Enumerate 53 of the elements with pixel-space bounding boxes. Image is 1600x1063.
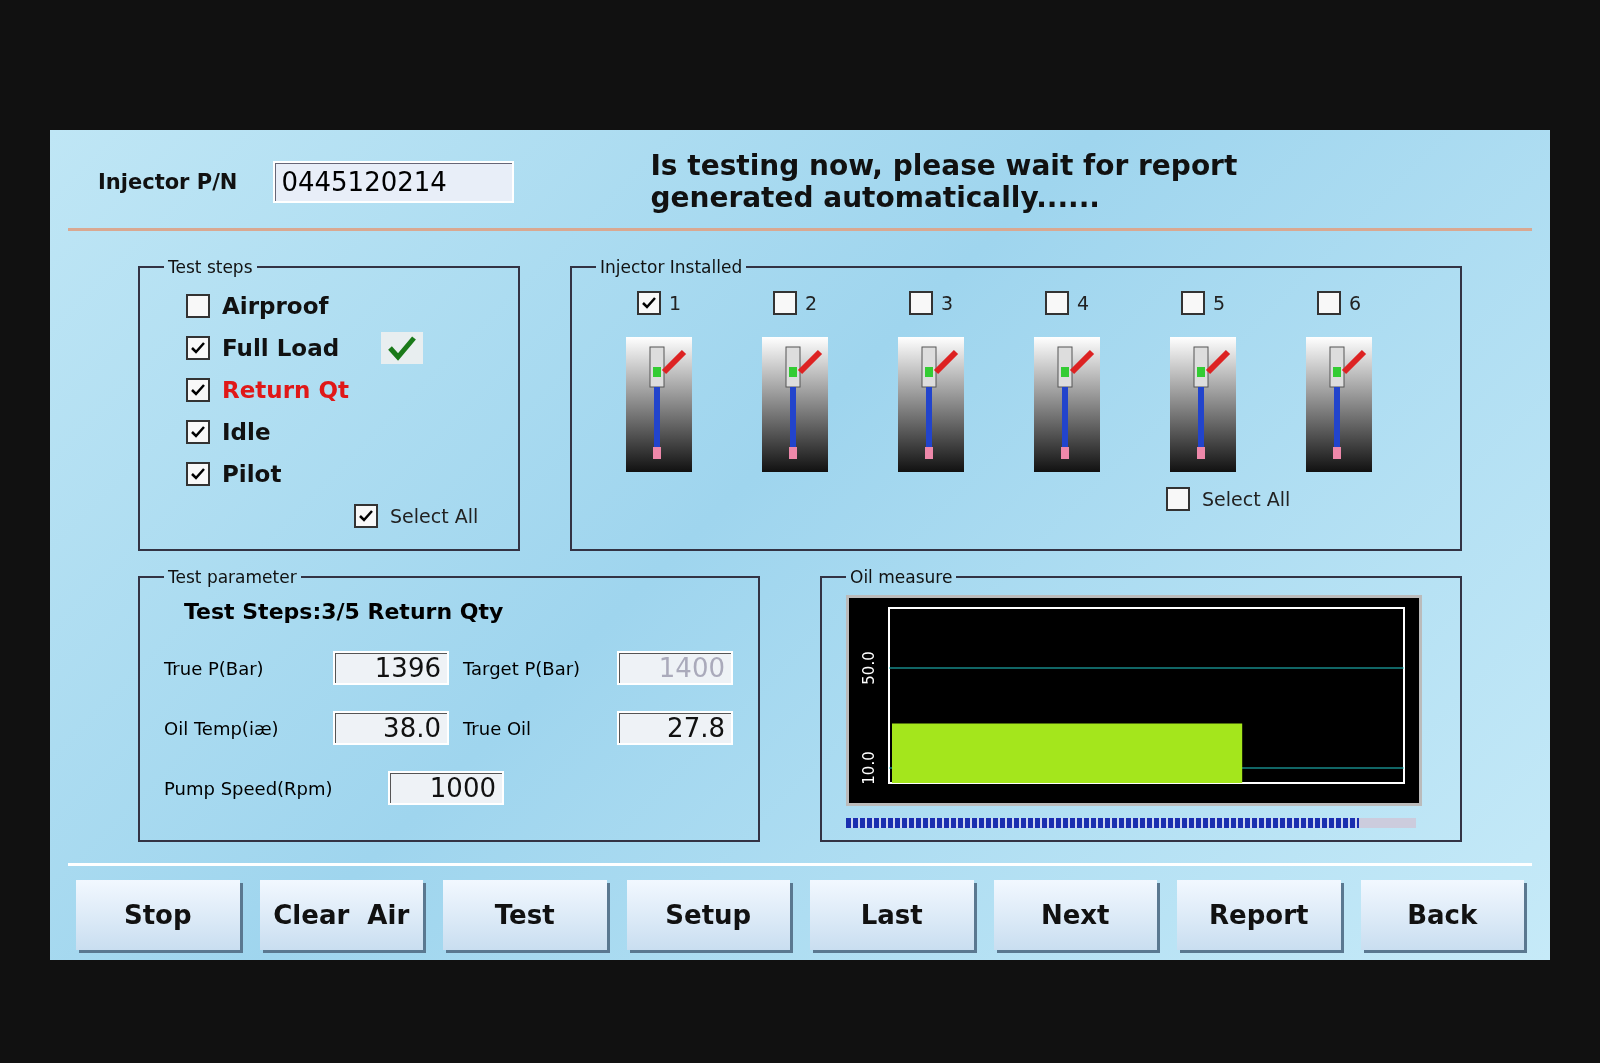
checkbox[interactable]: [1044, 291, 1069, 316]
injector-number: 2: [804, 292, 818, 315]
action-button[interactable]: Clear Air: [259, 880, 423, 950]
field-label: Injector P/N: [98, 170, 238, 195]
action-button[interactable]: Back: [1360, 880, 1524, 950]
action-button[interactable]: Report: [1177, 880, 1341, 950]
checkbox[interactable]: [1180, 291, 1205, 316]
action-button[interactable]: Next: [993, 880, 1157, 950]
checkbox[interactable]: [772, 291, 797, 316]
injector-number: 1: [668, 292, 682, 315]
step-heading: Test Steps:3/5 Return Qty: [184, 599, 505, 625]
step-label: Airproof: [222, 293, 329, 320]
parameter-field[interactable]: 1000: [388, 771, 504, 806]
action-button[interactable]: Setup: [626, 880, 790, 950]
select-all-label: Select All: [1202, 488, 1291, 511]
checkbox[interactable]: [354, 504, 378, 529]
checkbox[interactable]: [186, 378, 210, 403]
checkbox[interactable]: [1166, 487, 1190, 512]
parameter-label: Target P(Bar): [463, 657, 582, 679]
panel-title: Test steps: [167, 257, 254, 278]
step-label: Return Qt: [222, 377, 349, 404]
step-label: Full Load: [222, 335, 340, 362]
parameter-label: True Oil: [463, 717, 533, 739]
action-button[interactable]: Last: [810, 880, 974, 950]
action-button[interactable]: Stop: [76, 880, 240, 950]
status-message: Is testing now, please wait for report generated automatically......: [650, 150, 1239, 215]
parameter-label: Oil Temp(iæ): [164, 717, 280, 739]
tick-label: 50.0: [860, 651, 878, 686]
checkbox[interactable]: [186, 462, 210, 487]
checkbox[interactable]: [186, 336, 210, 361]
parameter-field[interactable]: 27.8: [617, 711, 733, 746]
panel-title: Test parameter: [167, 567, 298, 588]
checkbox[interactable]: [636, 291, 661, 316]
checkbox[interactable]: [1316, 291, 1341, 316]
parameter-label: True P(Bar): [164, 657, 265, 679]
step-label: Idle: [222, 419, 271, 446]
step-label: Pilot: [222, 461, 282, 488]
checkbox[interactable]: [186, 420, 210, 445]
action-button[interactable]: Test: [443, 880, 607, 950]
pn-field[interactable]: 0445120214: [273, 161, 515, 204]
injector-number: 6: [1348, 292, 1362, 315]
parameter-field[interactable]: 1396: [333, 651, 449, 686]
checkbox[interactable]: [908, 291, 933, 316]
parameter-label: Pump Speed(Rpm): [164, 777, 334, 799]
select-all-label: Select All: [390, 505, 479, 528]
panel-title: Oil measure: [849, 567, 954, 588]
panel-title: Injector Installed: [599, 257, 744, 278]
tick-label: 10.0: [860, 751, 878, 786]
injector-number: 3: [940, 292, 954, 315]
injector-number: 4: [1076, 292, 1090, 315]
checkbox[interactable]: [186, 294, 210, 319]
injector-number: 5: [1212, 292, 1226, 315]
parameter-field[interactable]: 38.0: [333, 711, 449, 746]
